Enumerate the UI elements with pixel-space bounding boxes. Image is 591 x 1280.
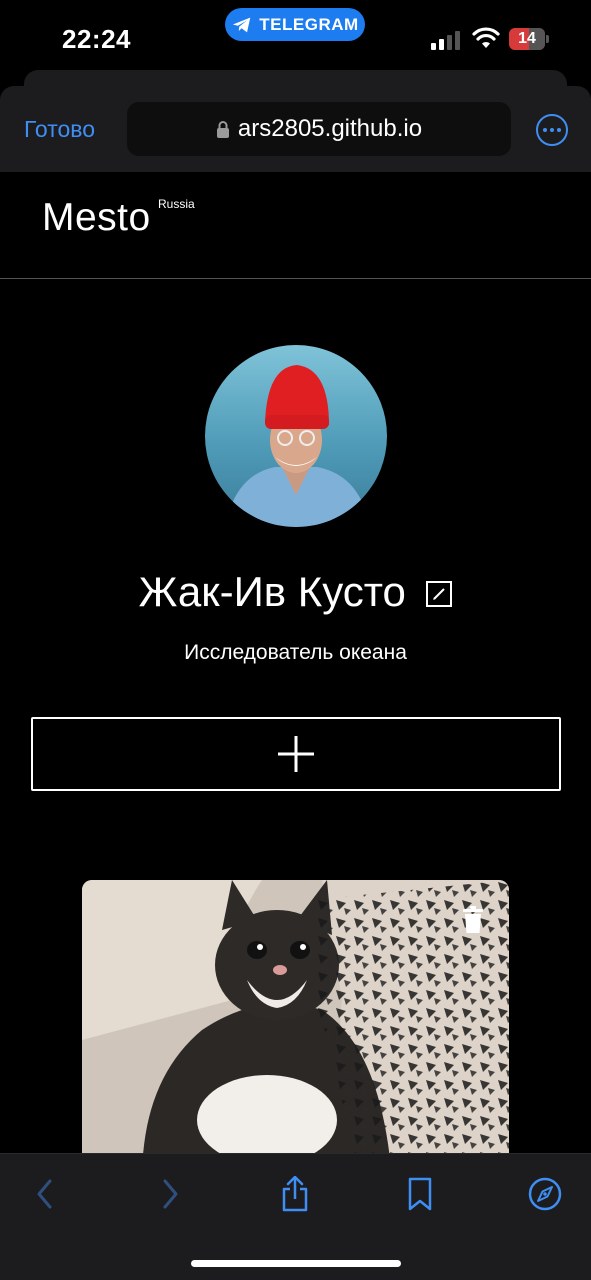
profile-avatar[interactable] (205, 345, 387, 527)
back-button[interactable] (25, 1174, 65, 1214)
browser-top-bar: Готово ars2805.github.io (0, 86, 591, 172)
add-card-button[interactable] (31, 717, 561, 791)
avatar-image (205, 345, 387, 527)
share-button[interactable] (275, 1174, 315, 1214)
more-options-button[interactable] (536, 114, 568, 146)
plus-icon (278, 736, 314, 772)
telegram-return-pill[interactable]: TELEGRAM (225, 8, 365, 41)
site-logo[interactable]: Mesto (42, 196, 151, 240)
url-text: ars2805.github.io (237, 115, 423, 142)
profile-name-row: Жак-Ив Кусто (0, 568, 591, 616)
dot-icon (557, 128, 561, 132)
forward-button[interactable] (150, 1174, 190, 1214)
battery-level: 14 (518, 30, 536, 47)
bookmark-icon (408, 1177, 432, 1211)
bookmarks-button[interactable] (400, 1174, 440, 1214)
edit-profile-button[interactable] (426, 581, 453, 607)
trash-icon[interactable] (461, 906, 485, 934)
dot-icon (543, 128, 547, 132)
logo-superscript: Russia (158, 197, 195, 211)
wifi-icon (472, 27, 500, 48)
pencil-icon (433, 588, 446, 600)
telegram-label: TELEGRAM (259, 14, 359, 34)
chevron-right-icon (163, 1179, 178, 1209)
share-icon (282, 1176, 308, 1212)
address-bar[interactable]: ars2805.github.io (127, 102, 511, 156)
card-image (82, 880, 509, 1180)
status-time: 22:24 (62, 24, 131, 54)
telegram-icon (233, 17, 251, 32)
done-button[interactable]: Готово (24, 116, 95, 143)
chevron-left-icon (37, 1179, 52, 1209)
profile-name: Жак-Ив Кусто (138, 568, 406, 615)
battery-icon: 14 (509, 28, 549, 50)
header-divider (0, 278, 591, 279)
dot-icon (550, 128, 554, 132)
status-bar: 22:24 TELEGRAM 14 (0, 0, 591, 70)
place-card[interactable] (82, 880, 509, 1180)
lock-icon (216, 121, 229, 138)
open-in-safari-button[interactable] (525, 1174, 565, 1214)
compass-icon (528, 1177, 562, 1211)
cellular-signal-icon (431, 31, 460, 50)
profile-about: Исследователь океана (184, 641, 407, 664)
home-indicator[interactable] (191, 1260, 401, 1267)
